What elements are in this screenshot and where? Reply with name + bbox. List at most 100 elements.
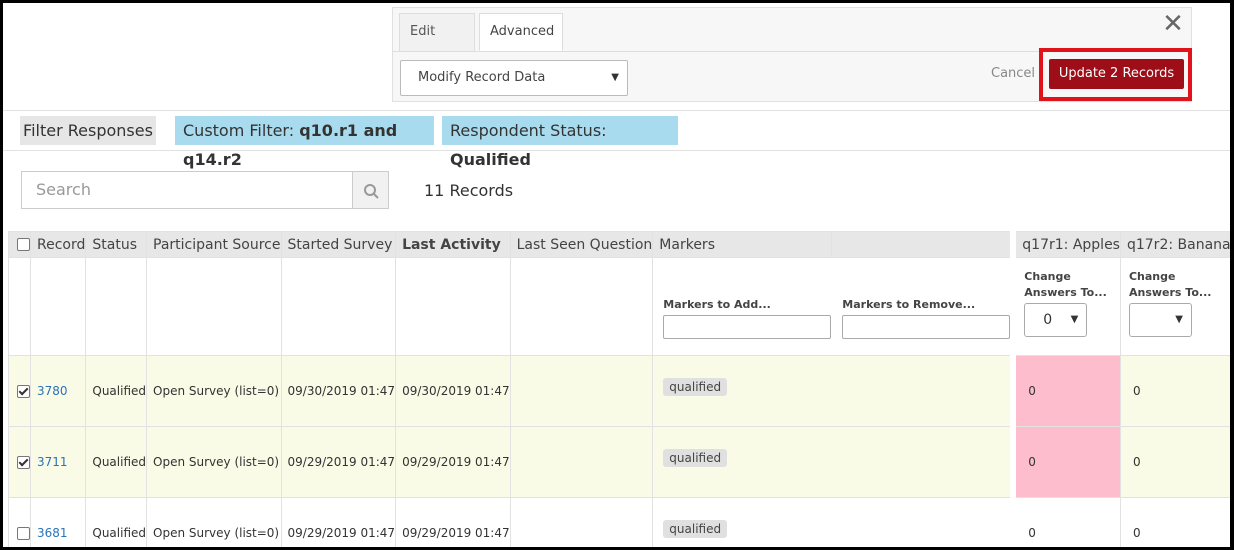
markers-remove-label: Markers to Remove... — [842, 298, 976, 311]
markers-remove-input[interactable] — [842, 315, 1011, 339]
filter-responses-button[interactable]: Filter Responses — [20, 116, 156, 145]
records-count: 11 Records — [424, 181, 514, 200]
search-input[interactable]: Search — [21, 171, 353, 209]
status-cell: Qualified — [85, 497, 148, 547]
markers-cell: qualified — [652, 355, 832, 427]
table-row[interactable]: 3711 Qualified Open Survey (list=0) 09/2… — [8, 426, 1230, 498]
divider — [3, 150, 1230, 151]
change-answers-label: Change — [1128, 270, 1176, 283]
divider — [3, 110, 1230, 111]
tab-edit-data[interactable]: Edit Data — [399, 13, 475, 75]
respondent-status-chip[interactable]: Respondent Status: Qualified — [442, 116, 678, 169]
edit-cell — [8, 257, 31, 356]
q17r1-change-cell: Change Answers To... 0 ▼ — [1010, 257, 1121, 356]
q17r2-cell: 0 — [1119, 497, 1230, 547]
started-cell: 09/29/2019 01:47 — [280, 426, 397, 498]
marker-badge: qualified — [663, 378, 728, 396]
chevron-down-icon: ▼ — [611, 72, 619, 83]
col-last-seen-question[interactable]: Last Seen Question — [509, 231, 654, 258]
row-checkbox[interactable] — [17, 527, 30, 540]
marker-badge: qualified — [663, 449, 728, 467]
col-markers-spacer — [830, 231, 1014, 258]
app-frame: Edit Data Advanced ✕ Modify Record Data … — [3, 3, 1230, 547]
q17r2-cell: 0 — [1119, 355, 1230, 427]
col-markers[interactable]: Markers — [652, 231, 832, 258]
markers-cell: qualified — [652, 426, 832, 498]
markers-cell: qualified — [652, 497, 832, 547]
markers-spacer-cell — [831, 355, 1014, 427]
q17r1-cell: 0 — [1010, 355, 1121, 427]
row-checkbox-cell — [8, 355, 31, 427]
markers-add-label: Markers to Add... — [663, 298, 771, 311]
row-checkbox[interactable] — [17, 385, 30, 398]
q17r1-change-value: 0 — [1043, 312, 1053, 328]
status-cell: Qualified — [85, 426, 148, 498]
record-link[interactable]: 3780 — [29, 355, 87, 427]
record-link[interactable]: 3681 — [29, 497, 87, 547]
update-records-button[interactable]: Update 2 Records — [1049, 59, 1184, 89]
col-started-survey[interactable]: Started Survey — [280, 231, 397, 258]
q17r1-cell: 0 — [1010, 497, 1121, 547]
action-select[interactable]: Modify Record Data ▼ — [400, 60, 628, 96]
last-activity-cell: 09/30/2019 01:47 — [395, 355, 511, 427]
marker-badge: qualified — [663, 520, 728, 538]
edit-panel: Edit Data Advanced ✕ Modify Record Data … — [392, 7, 1192, 102]
custom-filter-chip[interactable]: Custom Filter: q10.r1 and q14.r2 — [175, 116, 434, 169]
table-edit-row: Markers to Add... Markers to Remove... C… — [8, 257, 1230, 356]
record-id[interactable]: 3681 — [37, 526, 68, 540]
col-q17r2[interactable]: q17r2: Banana — [1119, 231, 1230, 258]
q17r2-change-select[interactable]: ▼ — [1128, 303, 1192, 337]
select-all-cell — [8, 231, 31, 258]
col-record[interactable]: Record — [29, 231, 87, 258]
edit-cell — [146, 257, 282, 356]
col-last-activity[interactable]: Last Activity — [395, 231, 511, 258]
last-seen-cell — [509, 355, 654, 427]
edit-cell — [395, 257, 511, 356]
q17r2-cell: 0 — [1119, 426, 1230, 498]
table-row[interactable]: 3681 Qualified Open Survey (list=0) 09/2… — [8, 497, 1230, 547]
update-highlight-box: Update 2 Records — [1039, 48, 1192, 101]
chip-key: Respondent Status: — [450, 121, 607, 140]
source-cell: Open Survey (list=0) — [146, 497, 282, 547]
col-q17r1[interactable]: q17r1: Apples — [1010, 231, 1121, 258]
chevron-down-icon: ▼ — [1175, 314, 1183, 325]
source-cell: Open Survey (list=0) — [146, 355, 282, 427]
chevron-down-icon: ▼ — [1070, 314, 1079, 325]
last-seen-cell — [509, 497, 654, 547]
record-link[interactable]: 3711 — [29, 426, 87, 498]
change-answers-label: Change — [1024, 270, 1071, 283]
records-table: Record Status Participant Source Started… — [8, 231, 1230, 547]
tab-advanced[interactable]: Advanced — [479, 13, 563, 51]
last-activity-cell: 09/29/2019 01:47 — [395, 497, 511, 547]
source-cell: Open Survey (list=0) — [146, 426, 282, 498]
select-all-checkbox[interactable] — [17, 238, 30, 251]
q17r1-cell: 0 — [1010, 426, 1121, 498]
col-status[interactable]: Status — [85, 231, 148, 258]
last-activity-cell: 09/29/2019 01:47 — [395, 426, 511, 498]
started-cell: 09/29/2019 01:47 — [280, 497, 397, 547]
table-row[interactable]: 3780 Qualified Open Survey (list=0) 09/3… — [8, 355, 1230, 427]
edit-cell — [509, 257, 654, 356]
q17r1-change-select[interactable]: 0 ▼ — [1024, 303, 1088, 337]
record-id[interactable]: 3711 — [37, 455, 68, 469]
markers-spacer-cell — [831, 426, 1014, 498]
edit-cell — [85, 257, 148, 356]
markers-add-cell: Markers to Add... — [652, 257, 832, 356]
row-checkbox[interactable] — [17, 456, 30, 469]
markers-add-input[interactable] — [663, 315, 832, 339]
last-seen-cell — [509, 426, 654, 498]
status-cell: Qualified — [85, 355, 148, 427]
cancel-button[interactable]: Cancel — [991, 66, 1035, 81]
q17r2-change-cell: Change Answers To... ▼ — [1119, 257, 1230, 356]
action-select-value: Modify Record Data — [418, 70, 546, 85]
change-answers-label: Answers To... — [1024, 286, 1107, 299]
close-icon[interactable]: ✕ — [1161, 11, 1185, 37]
search-button[interactable] — [352, 171, 389, 209]
record-id[interactable]: 3780 — [37, 384, 68, 398]
search-icon — [364, 184, 379, 199]
chip-key: Custom Filter: — [183, 121, 295, 140]
table-header-row: Record Status Participant Source Started… — [8, 231, 1230, 258]
col-participant-source[interactable]: Participant Source — [146, 231, 282, 258]
row-checkbox-cell — [8, 497, 31, 547]
edit-cell — [280, 257, 397, 356]
